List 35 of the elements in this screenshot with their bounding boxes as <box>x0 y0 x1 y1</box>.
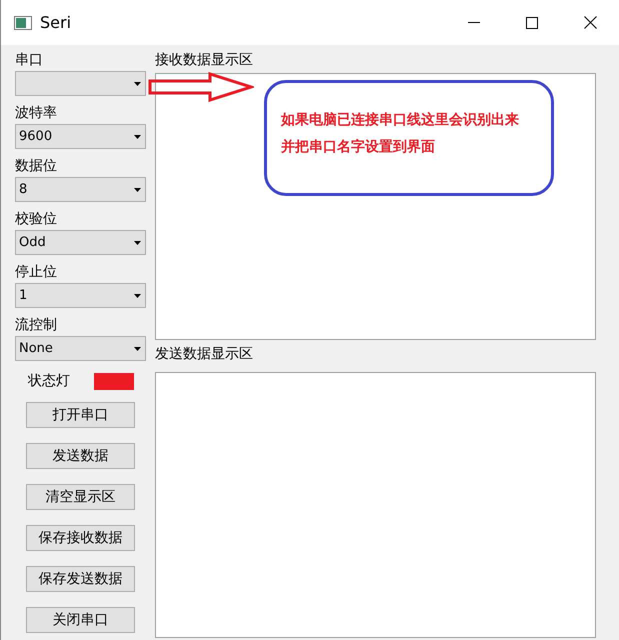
action-button[interactable]: 关闭串口 <box>26 607 135 633</box>
dropdown[interactable] <box>15 71 146 96</box>
maximize-icon <box>526 16 538 28</box>
receive-area-label: 接收数据显示区 <box>155 51 254 70</box>
field-label: 波特率 <box>15 104 58 123</box>
send-area-label: 发送数据显示区 <box>155 345 254 364</box>
field-label: 停止位 <box>15 263 58 282</box>
dropdown[interactable]: 1 <box>15 283 146 308</box>
status-light-label: 状态灯 <box>28 372 71 390</box>
window-title: Seri <box>40 12 72 34</box>
action-button[interactable]: 保存接收数据 <box>26 525 135 551</box>
app-icon <box>14 16 32 30</box>
dropdown[interactable]: None <box>15 336 146 361</box>
action-button[interactable]: 发送数据 <box>26 443 135 469</box>
caret-icon <box>134 294 141 298</box>
dropdown[interactable]: 8 <box>15 177 146 202</box>
send-text-area[interactable] <box>155 372 596 638</box>
dropdown[interactable]: Odd <box>15 230 146 255</box>
annotation-text: 如果电脑已连接串口线这里会识别出来 并把串口名字设置到界面 <box>281 110 520 157</box>
field-label: 校验位 <box>15 210 58 229</box>
minimize-icon <box>468 22 480 24</box>
caret-icon <box>134 240 141 244</box>
field-label: 流控制 <box>15 316 58 335</box>
caret-icon <box>134 346 141 350</box>
action-button[interactable]: 打开串口 <box>26 402 135 428</box>
caret-icon <box>134 134 141 138</box>
dropdown[interactable]: 9600 <box>15 124 146 149</box>
field-label: 串口 <box>15 51 44 70</box>
caret-icon <box>134 188 141 192</box>
field-label: 数据位 <box>15 157 58 176</box>
action-button[interactable]: 清空显示区 <box>26 484 135 510</box>
action-button[interactable]: 保存发送数据 <box>26 566 135 592</box>
close-icon <box>584 16 596 29</box>
arrow-icon <box>148 72 254 102</box>
caret-icon <box>134 82 141 86</box>
